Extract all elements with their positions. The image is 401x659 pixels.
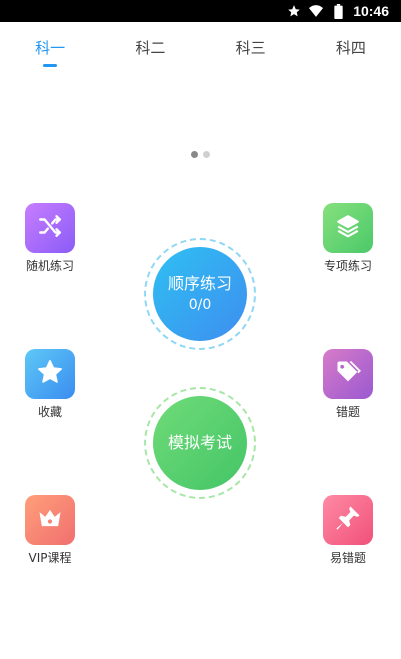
sequential-practice-circle: 顺序练习 0/0 [153,247,247,341]
random-practice-button[interactable]: 随机练习 [10,203,90,274]
page-dot-2[interactable] [203,151,210,158]
tab-subject-3[interactable]: 科三 [230,27,272,67]
layers-icon [335,213,361,243]
sequential-practice-progress: 0/0 [188,297,212,313]
special-practice-button[interactable]: 专项练习 [308,203,388,274]
wifi-icon [309,4,324,18]
tab-subject-2[interactable]: 科二 [129,27,171,67]
crown-icon [36,504,64,536]
tag-icon [334,358,362,390]
favorites-tile [25,349,75,399]
mock-exam-label: 模拟考试 [167,433,232,452]
status-bar: 10:46 [0,0,401,22]
vip-course-tile [25,495,75,545]
sequential-practice-label: 顺序练习 [167,274,232,293]
error-prone-label: 易错题 [329,551,366,565]
special-practice-tile [323,203,373,253]
special-practice-label: 专项练习 [323,259,372,273]
tab-subject-4[interactable]: 科四 [330,27,372,67]
error-prone-tile [323,495,373,545]
random-practice-tile [25,203,75,253]
vip-course-label: VIP课程 [28,551,72,565]
pin-icon [334,504,362,536]
error-prone-button[interactable]: 易错题 [308,495,388,566]
wrong-questions-label: 错题 [335,405,360,419]
wrong-questions-button[interactable]: 错题 [308,349,388,420]
tab-subject-1[interactable]: 科一 [29,27,71,67]
star-icon [287,4,301,18]
favorites-button[interactable]: 收藏 [10,349,90,420]
battery-icon [331,3,345,19]
status-time: 10:46 [353,3,389,19]
shuffle-icon [37,213,63,243]
page-indicator [0,151,401,158]
page-dot-1[interactable] [191,151,198,158]
favorites-label: 收藏 [37,405,62,419]
random-practice-label: 随机练习 [25,259,74,273]
wrong-questions-tile [323,349,373,399]
mock-exam-button[interactable]: 模拟考试 [144,387,256,499]
star-icon [36,358,64,390]
sequential-practice-button[interactable]: 顺序练习 0/0 [144,238,256,350]
vip-course-button[interactable]: VIP课程 [10,495,90,566]
mock-exam-circle: 模拟考试 [153,396,247,490]
subject-tabs: 科一 科二 科三 科四 [0,22,401,72]
